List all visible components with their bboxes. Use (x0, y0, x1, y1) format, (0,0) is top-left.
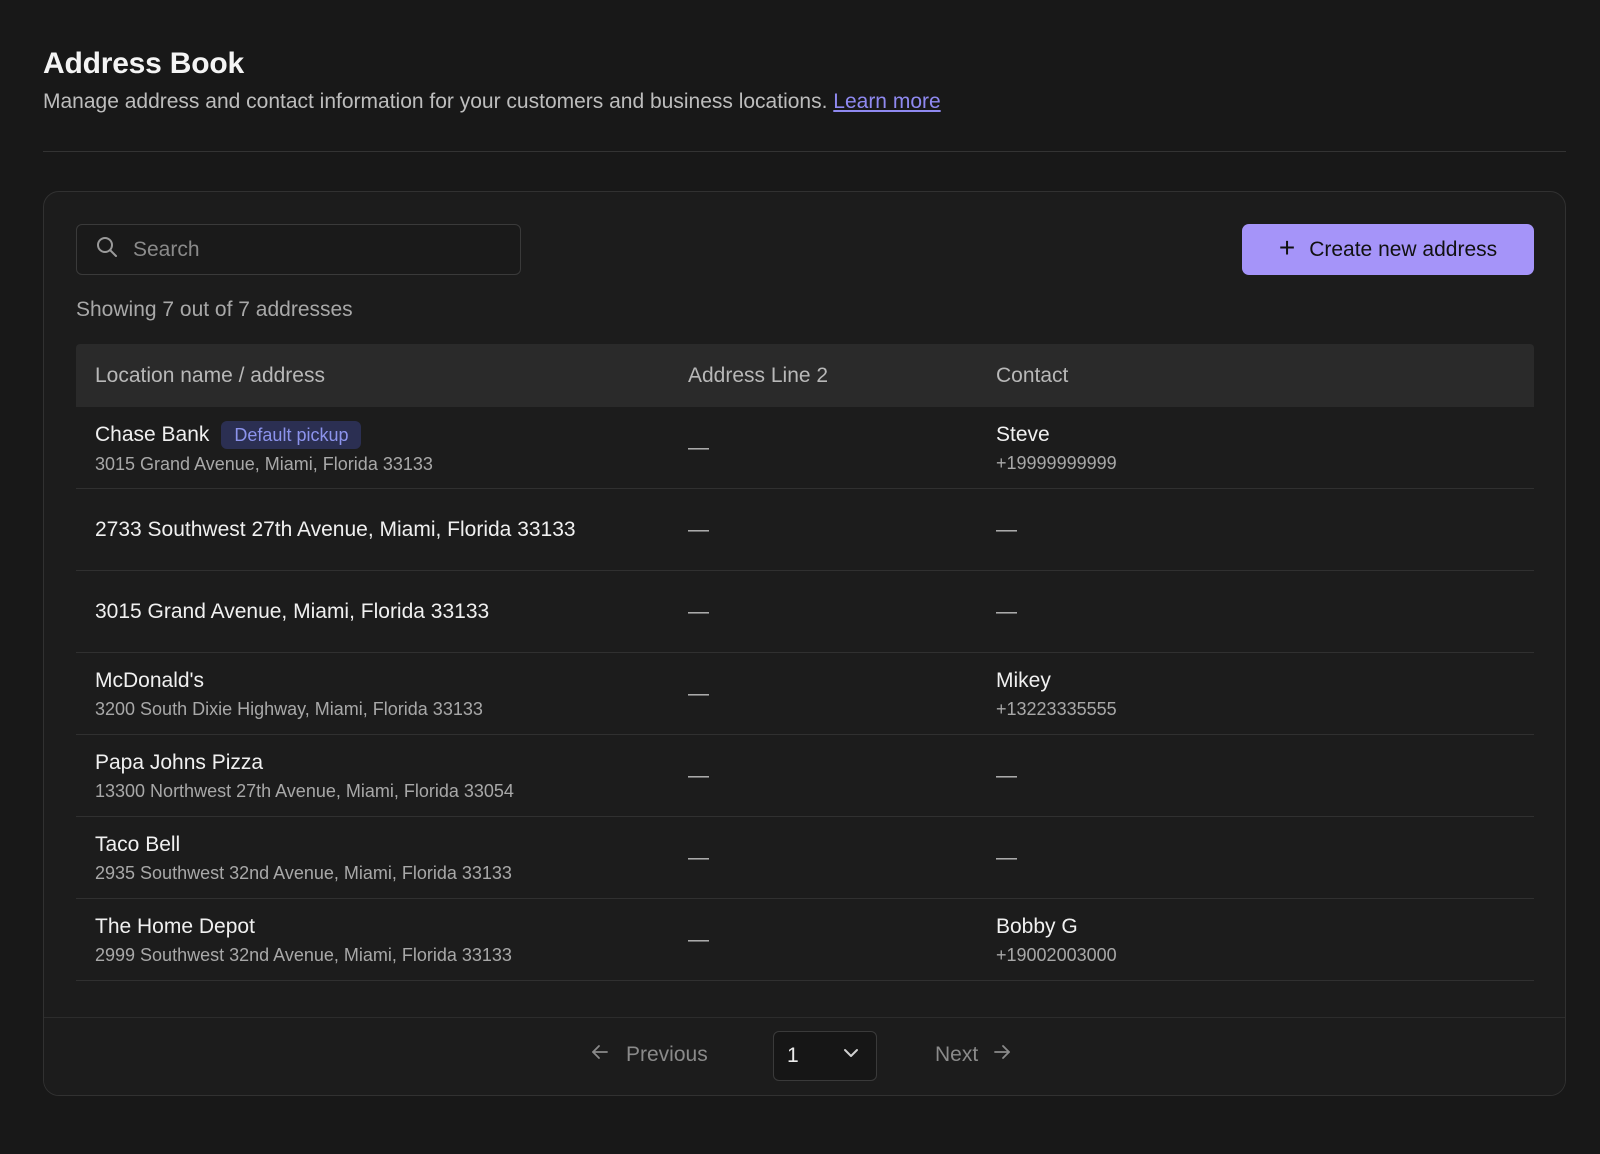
search-icon (95, 235, 119, 264)
address-line-2-cell: — (688, 435, 709, 459)
location-name: McDonald's (95, 668, 205, 692)
default-pickup-badge: Default pickup (221, 420, 362, 449)
next-label: Next (935, 1043, 979, 1066)
plus-icon: + (1278, 232, 1296, 263)
column-header-address-line-2: Address Line 2 (688, 363, 829, 387)
table-row[interactable]: 3015 Grand Avenue, Miami, Florida 33133 —… (76, 571, 1534, 653)
contact-name: Steve (996, 422, 1050, 446)
search-box[interactable] (76, 224, 521, 275)
next-page-button[interactable]: Next (935, 1042, 1012, 1068)
table-row[interactable]: Papa Johns Pizza 13300 Northwest 27th Ave… (76, 735, 1534, 817)
address-line-2-cell: — (688, 681, 709, 705)
location-address: 2999 Southwest 32nd Avenue, Miami, Flori… (95, 944, 512, 965)
column-header-location: Location name / address (95, 363, 325, 387)
contact-cell: Mikey +13223335555 (996, 668, 1534, 720)
contact-name: — (996, 599, 1017, 623)
page-subtitle: Manage address and contact information f… (43, 88, 1566, 116)
table-row[interactable]: 2733 Southwest 27th Avenue, Miami, Flori… (76, 489, 1534, 571)
address-line-2-cell: — (688, 845, 709, 869)
location-name-line: McDonald's (95, 668, 688, 694)
pagination-bar: Previous 1 Next (44, 1017, 1565, 1095)
chevron-down-icon (842, 1044, 860, 1068)
create-button-label: Create new address (1309, 237, 1498, 261)
location-name-line: 3015 Grand Avenue, Miami, Florida 33133 (95, 599, 688, 625)
location-name: 3015 Grand Avenue, Miami, Florida 33133 (95, 599, 490, 623)
contact-name: — (996, 517, 1017, 541)
subtitle-text: Manage address and contact information f… (43, 90, 828, 113)
location-name: Papa Johns Pizza (95, 750, 264, 774)
table-header: Location name / address Address Line 2 C… (76, 344, 1534, 407)
location-address: 3200 South Dixie Highway, Miami, Florida… (95, 698, 483, 719)
column-header-contact: Contact (996, 363, 1069, 387)
contact-name: Mikey (996, 668, 1051, 692)
page-header: Address Book Manage address and contact … (43, 44, 1566, 116)
table-row[interactable]: The Home Depot 2999 Southwest 32nd Avenue… (76, 899, 1534, 981)
previous-page-button[interactable]: Previous (590, 1042, 708, 1068)
location-address: 3015 Grand Avenue, Miami, Florida 33133 (95, 453, 433, 474)
results-count: Showing 7 out of 7 addresses (76, 298, 353, 321)
table-row[interactable]: Chase Bank Default pickup 3015 Grand Avenu… (76, 407, 1534, 489)
address-line-2-cell: — (688, 927, 709, 951)
location-name-line: Taco Bell (95, 832, 688, 858)
address-line-2-cell: — (688, 763, 709, 787)
page-number-select[interactable]: 1 (773, 1031, 877, 1081)
location-cell: Papa Johns Pizza 13300 Northwest 27th Ave… (76, 750, 688, 802)
location-cell: The Home Depot 2999 Southwest 32nd Avenue… (76, 914, 688, 966)
contact-name: — (996, 845, 1017, 869)
addresses-card: + Create new address Showing 7 out of 7 … (43, 191, 1566, 1096)
location-name: Taco Bell (95, 832, 181, 856)
location-name-line: Chase Bank Default pickup (95, 420, 688, 449)
table-row[interactable]: McDonald's 3200 South Dixie Highway, Miam… (76, 653, 1534, 735)
contact-name: — (996, 763, 1017, 787)
table-row[interactable]: Taco Bell 2935 Southwest 32nd Avenue, Mia… (76, 817, 1534, 899)
contact-cell: — (996, 518, 1534, 542)
address-line-2-cell: — (688, 517, 709, 541)
location-name: Chase Bank (95, 422, 210, 446)
location-name: The Home Depot (95, 914, 255, 938)
table-body: Chase Bank Default pickup 3015 Grand Avenu… (76, 407, 1534, 981)
contact-cell: Steve +19999999999 (996, 422, 1534, 474)
contact-cell: — (996, 764, 1534, 788)
location-name: 2733 Southwest 27th Avenue, Miami, Flori… (95, 517, 576, 541)
location-name-line: Papa Johns Pizza (95, 750, 688, 776)
location-cell: McDonald's 3200 South Dixie Highway, Miam… (76, 668, 688, 720)
previous-label: Previous (626, 1043, 708, 1066)
addresses-table: Location name / address Address Line 2 C… (76, 344, 1534, 981)
arrow-right-icon (992, 1042, 1012, 1068)
create-new-address-button[interactable]: + Create new address (1242, 224, 1534, 275)
location-cell: Taco Bell 2935 Southwest 32nd Avenue, Mia… (76, 832, 688, 884)
contact-phone: +19002003000 (996, 944, 1117, 965)
contact-cell: — (996, 600, 1534, 624)
arrow-left-icon (590, 1042, 610, 1068)
current-page-value: 1 (787, 1044, 799, 1067)
contact-cell: Bobby G +19002003000 (996, 914, 1534, 966)
contact-phone: +13223335555 (996, 698, 1117, 719)
location-address: 2935 Southwest 32nd Avenue, Miami, Flori… (95, 862, 512, 883)
header-divider (43, 151, 1566, 152)
location-cell: 2733 Southwest 27th Avenue, Miami, Flori… (76, 517, 688, 543)
contact-cell: — (996, 846, 1534, 870)
location-cell: Chase Bank Default pickup 3015 Grand Avenu… (76, 420, 688, 475)
address-book-page: Address Book Manage address and contact … (0, 0, 1600, 1154)
address-line-2-cell: — (688, 599, 709, 623)
location-cell: 3015 Grand Avenue, Miami, Florida 33133 (76, 599, 688, 625)
search-input[interactable] (133, 237, 513, 262)
contact-phone: +19999999999 (996, 452, 1117, 473)
location-name-line: 2733 Southwest 27th Avenue, Miami, Flori… (95, 517, 688, 543)
page-title: Address Book (43, 47, 244, 80)
contact-name: Bobby G (996, 914, 1078, 938)
learn-more-link[interactable]: Learn more (833, 90, 940, 113)
location-name-line: The Home Depot (95, 914, 688, 940)
location-address: 13300 Northwest 27th Avenue, Miami, Flor… (95, 780, 514, 801)
